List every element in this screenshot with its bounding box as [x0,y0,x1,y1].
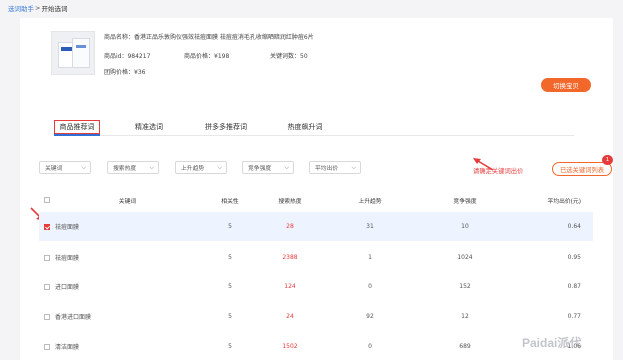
trend-cell: 0 [368,283,372,290]
select-all-checkbox[interactable] [44,197,50,203]
group-price-label: 团购价格： [104,69,135,76]
switch-product-button[interactable]: 切换宝贝 [541,78,591,92]
table-header: 关键词 相关性 搜索热度 上升趋势 竞争强度 平均出价(元) [39,191,593,209]
chevron-down-icon: ⌵ [149,164,154,171]
table-row[interactable]: 进口面膜 5 124 0 152 0.87 [39,272,593,301]
relevance-cell: 5 [228,343,232,350]
header-keyword: 关键词 [118,198,137,205]
search-heat-cell: 24 [286,313,294,320]
tab-label: 商品推荐词 [59,123,95,131]
tab-pdd-recommend[interactable]: 拼多多推荐词 [198,120,254,134]
relevance-cell: 5 [228,283,232,290]
filter-label: 搜索热度 [113,166,137,172]
product-price: 商品价格：¥198 [184,51,229,60]
row-checkbox[interactable] [44,254,50,261]
confirm-bid-hint: 请确定关键词出价 [473,168,524,175]
selected-keywords-button[interactable]: 已选关键词列表 [552,162,612,176]
header-rising-trend: 上升趋势 [358,198,382,205]
tab-label: 精准选词 [135,123,163,131]
relevance-cell: 5 [228,223,232,230]
search-heat-cell: 1502 [282,343,298,350]
product-name-label: 商品名称： [104,34,135,41]
keyword-cell: 祛痘面膜 [55,255,80,262]
bid-cell: 0.87 [567,283,581,290]
tab-precise-select[interactable]: 精准选词 [126,120,172,134]
competition-cell: 689 [459,343,471,350]
tab-product-recommend[interactable]: 商品推荐词 [54,120,100,136]
filter-competition[interactable]: 竞争强度 ⌵ [242,161,294,174]
tab-hot-rising[interactable]: 热度飙升词 [280,120,330,134]
search-heat-cell: 2388 [282,254,298,261]
chevron-down-icon: ⌵ [217,164,222,171]
product-name: 商品名称：香港正品乐敦购仪强效祛痘面膜 祛痘痘消毛孔收缩晒暗润红肿痘6片 [104,32,314,41]
watermark: Paidai派代 [522,336,582,350]
trend-cell: 31 [366,223,374,230]
tab-label: 拼多多推荐词 [205,123,247,131]
filter-search-heat[interactable]: 搜索热度 ⌵ [107,161,159,174]
bid-cell: 0.64 [567,223,581,230]
trend-cell: 0 [368,343,372,350]
row-checkbox[interactable] [44,283,50,290]
table-row[interactable]: 祛痘面膜 5 2388 1 1024 0.95 [39,243,593,272]
product-id-label: 商品id： [104,53,128,60]
header-relevance: 相关性 [221,198,239,205]
product-name-value: 香港正品乐敦购仪强效祛痘面膜 祛痘痘消毛孔收缩晒暗润红肿痘6片 [134,34,314,41]
filter-rising-trend[interactable]: 上升趋势 ⌵ [175,161,227,174]
tab-bar: 商品推荐词 精准选词 拼多多推荐词 热度飙升词 [54,120,574,136]
relevance-cell: 5 [228,254,232,261]
breadcrumb-separator: > [35,4,41,12]
competition-cell: 1024 [457,254,473,261]
product-id-value: 984217 [127,53,151,60]
table-row[interactable]: 香港进口面膜 5 24 92 12 0.77 [39,302,593,331]
filter-label: 竞争强度 [248,166,272,172]
selected-count-badge: 1 [602,155,613,165]
keyword-count-value: 50 [300,53,308,60]
trend-cell: 1 [368,254,372,261]
keyword-count-label: 关键词数： [270,53,301,60]
competition-cell: 12 [461,313,469,320]
trend-cell: 92 [366,313,374,320]
row-checkbox[interactable] [44,223,50,230]
chevron-down-icon: ⌵ [351,164,356,171]
search-heat-cell: 28 [286,223,294,230]
filter-label: 平均出价 [315,166,339,172]
keyword-cell: 香港进口面膜 [55,314,92,321]
product-thumbnail [51,31,95,75]
header-average-bid: 平均出价(元) [547,198,581,205]
filter-keyword[interactable]: 关键词 ⌵ [39,161,91,174]
chevron-down-icon: ⌵ [284,164,289,171]
filter-label: 关键词 [45,166,63,172]
bid-cell: 0.95 [567,254,581,261]
product-price-label: 商品价格： [184,53,215,60]
tab-label: 热度飙升词 [287,123,323,131]
header-search-heat: 搜索热度 [278,198,302,205]
breadcrumb: 选词助手 > 开始选词 [8,3,68,13]
filter-average-bid[interactable]: 平均出价 ⌵ [309,161,361,174]
relevance-cell: 5 [228,313,232,320]
table-row[interactable]: 祛痘面膜 5 28 31 10 0.64 [39,212,593,241]
keyword-cell: 祛痘面膜 [55,224,80,231]
product-price-value: ¥198 [214,53,230,60]
table-row[interactable]: 清洁面膜 5 1502 0 689 1.06 [39,332,593,360]
chevron-down-icon: ⌵ [81,164,86,171]
search-heat-cell: 124 [284,283,296,290]
breadcrumb-link[interactable]: 选词助手 [8,3,34,13]
row-checkbox[interactable] [44,343,50,350]
filter-label: 上升趋势 [181,166,205,172]
keyword-cell: 清洁面膜 [55,344,80,351]
group-price: 团购价格：¥36 [104,67,145,76]
keyword-cell: 进口面膜 [55,284,80,291]
row-checkbox[interactable] [44,313,50,320]
competition-cell: 10 [461,223,469,230]
competition-cell: 152 [459,283,471,290]
product-id: 商品id：984217 [104,51,150,60]
bid-cell: 0.77 [567,313,581,320]
breadcrumb-current: 开始选词 [41,5,68,13]
keyword-count: 关键词数：50 [270,51,308,60]
group-price-value: ¥36 [134,69,146,76]
header-competition: 竞争强度 [453,198,477,205]
